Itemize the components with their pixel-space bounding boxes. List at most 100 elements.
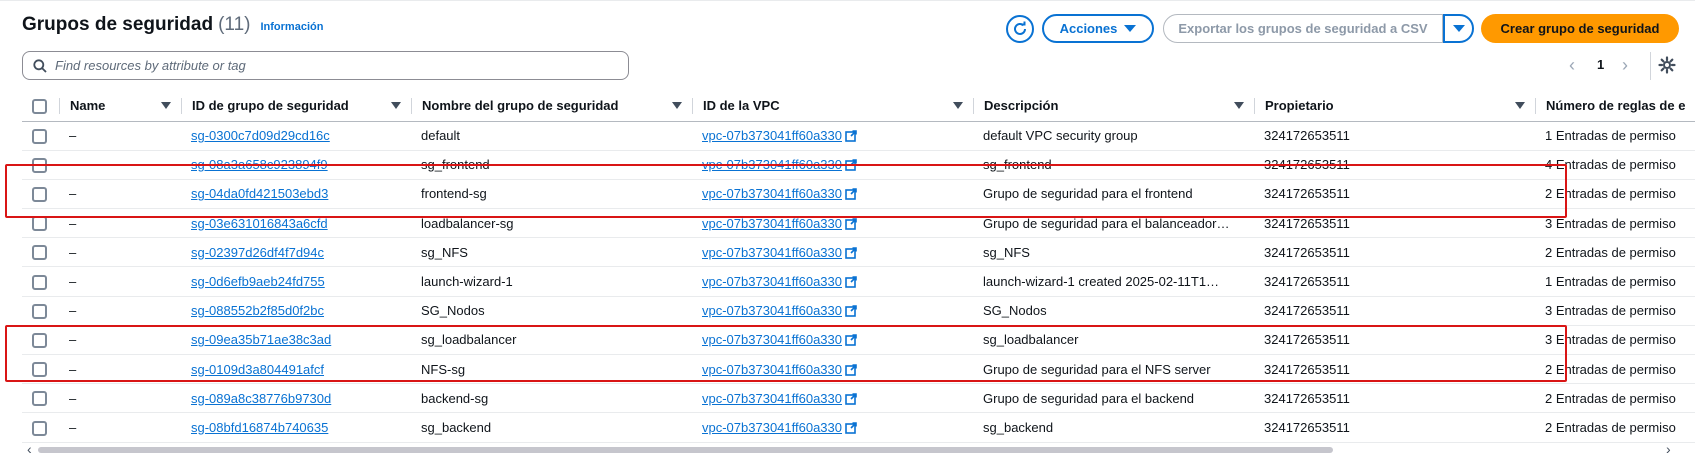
search-input[interactable]: [55, 58, 615, 73]
cell-owner: 324172653511: [1254, 150, 1535, 180]
horizontal-scrollbar[interactable]: [38, 447, 1333, 453]
row-checkbox[interactable]: [32, 420, 47, 436]
vpc-id-link[interactable]: vpc-07b373041ff60a330: [702, 303, 842, 318]
sort-icon[interactable]: [1234, 102, 1244, 110]
cell-owner: 324172653511: [1254, 296, 1535, 326]
table-row[interactable]: – sg-09ea35b71ae38c3ad sg_loadbalancer vpc-…: [22, 325, 1695, 356]
description-text: Grupo de seguridad para el frontend: [983, 186, 1193, 202]
select-all-cell: [22, 91, 59, 122]
export-csv-button[interactable]: Exportar los grupos de seguridad a CSV: [1163, 14, 1443, 43]
table-row[interactable]: – sg-089a8c38776b9730d backend-sg vpc-07b37…: [22, 383, 1695, 414]
column-header-rules-count[interactable]: Número de reglas de e: [1535, 91, 1695, 122]
table-row[interactable]: – sg-088552b2f85d0f2bc SG_Nodos vpc-07b3730…: [22, 296, 1695, 326]
cell-rules-count: 3 Entradas de permiso: [1535, 325, 1695, 356]
column-header-name[interactable]: Name: [59, 91, 181, 122]
table-row[interactable]: – sg-03e631016843a6cfd loadbalancer-sg vpc-…: [22, 208, 1695, 239]
page-header: Grupos de seguridad (11) Información: [22, 14, 323, 46]
cell-vpc-id: vpc-07b373041ff60a330: [692, 150, 973, 180]
table-row[interactable]: – sg-0109d3a804491afcf NFS-sg vpc-07b373041…: [22, 354, 1695, 385]
column-header-sg-name[interactable]: Nombre del grupo de seguridad: [411, 91, 692, 122]
row-select-cell: [22, 296, 59, 326]
sg-id-link[interactable]: sg-08a3a658c923894f9: [191, 157, 328, 172]
select-all-checkbox[interactable]: [32, 98, 47, 114]
row-select-cell: [22, 325, 59, 356]
sort-icon[interactable]: [672, 102, 682, 110]
column-header-owner[interactable]: Propietario: [1254, 91, 1535, 122]
row-checkbox[interactable]: [32, 216, 47, 232]
gear-icon[interactable]: [1658, 56, 1676, 74]
pagination-page-1[interactable]: 1: [1597, 57, 1604, 72]
sort-icon[interactable]: [391, 102, 401, 110]
table-row[interactable]: – sg-08a3a658c923894f9 sg_frontend vpc-07b3…: [22, 150, 1695, 180]
row-checkbox[interactable]: [32, 187, 47, 202]
external-link-icon: [845, 130, 857, 142]
row-checkbox[interactable]: [32, 362, 47, 378]
cell-rules-count: 2 Entradas de permiso: [1535, 412, 1695, 443]
scroll-right-icon[interactable]: ›: [1666, 441, 1671, 457]
row-checkbox[interactable]: [32, 128, 47, 144]
refresh-button[interactable]: [1006, 15, 1034, 43]
column-header-vpc-id[interactable]: ID de la VPC: [692, 91, 973, 122]
cell-owner: 324172653511: [1254, 383, 1535, 414]
table-row[interactable]: – sg-02397d26df4f7d94c sg_NFS vpc-07b373041…: [22, 237, 1695, 268]
sg-id-link[interactable]: sg-02397d26df4f7d94c: [191, 245, 324, 260]
table-row[interactable]: – sg-08bfd16874b740635 sg_backend vpc-07b37…: [22, 412, 1695, 443]
cell-name: –: [59, 208, 181, 239]
vpc-id-link[interactable]: vpc-07b373041ff60a330: [702, 420, 842, 435]
external-link-icon: [845, 363, 857, 376]
cell-sg-id: sg-02397d26df4f7d94c: [181, 237, 411, 268]
cell-vpc-id: vpc-07b373041ff60a330: [692, 208, 973, 239]
cell-sg-name: SG_Nodos: [411, 296, 692, 326]
cell-name: –: [59, 383, 181, 414]
cell-name: –: [59, 412, 181, 443]
sort-icon[interactable]: [953, 102, 963, 110]
vpc-id-link[interactable]: vpc-07b373041ff60a330: [702, 157, 842, 172]
table-row[interactable]: – sg-0300c7d09d29cd16c default vpc-07b37304…: [22, 121, 1695, 151]
column-header-sg-id[interactable]: ID de grupo de seguridad: [181, 91, 411, 122]
vpc-id-link[interactable]: vpc-07b373041ff60a330: [702, 245, 842, 260]
vpc-id-link[interactable]: vpc-07b373041ff60a330: [702, 128, 842, 143]
pagination-prev-button[interactable]: ‹: [1569, 56, 1575, 74]
row-checkbox[interactable]: [32, 274, 47, 290]
sg-id-link[interactable]: sg-0d6efb9aeb24fd755: [191, 274, 325, 289]
vpc-id-link[interactable]: vpc-07b373041ff60a330: [702, 274, 842, 289]
pagination-next-button[interactable]: ›: [1622, 56, 1628, 74]
scroll-left-icon[interactable]: ‹: [27, 441, 32, 457]
row-checkbox[interactable]: [32, 391, 47, 407]
vpc-id-link[interactable]: vpc-07b373041ff60a330: [702, 332, 842, 347]
row-select-cell: [22, 266, 59, 297]
row-checkbox[interactable]: [32, 332, 47, 348]
vpc-id-link[interactable]: vpc-07b373041ff60a330: [702, 216, 842, 231]
sg-id-link[interactable]: sg-0300c7d09d29cd16c: [191, 128, 330, 143]
sg-id-link[interactable]: sg-089a8c38776b9730d: [191, 391, 331, 406]
sg-id-link[interactable]: sg-09ea35b71ae38c3ad: [191, 332, 331, 347]
row-checkbox[interactable]: [32, 303, 47, 319]
cell-rules-count: 1 Entradas de permiso: [1535, 266, 1695, 297]
sg-id-link[interactable]: sg-03e631016843a6cfd: [191, 216, 328, 231]
table-row[interactable]: – sg-0d6efb9aeb24fd755 launch-wizard-1 vpc-…: [22, 266, 1695, 297]
table-row[interactable]: – sg-04da0fd421503ebd3 frontend-sg vpc-07b3…: [22, 179, 1695, 210]
cell-name: –: [59, 325, 181, 356]
sort-icon[interactable]: [161, 102, 171, 110]
search-box[interactable]: [22, 51, 629, 80]
cell-sg-name: sg_NFS: [411, 237, 692, 268]
actions-dropdown-button[interactable]: Acciones: [1042, 14, 1154, 43]
description-text: Grupo de seguridad para el balanceador…: [983, 215, 1230, 231]
row-checkbox[interactable]: [32, 157, 47, 173]
vpc-id-link[interactable]: vpc-07b373041ff60a330: [702, 186, 842, 201]
cell-vpc-id: vpc-07b373041ff60a330: [692, 354, 973, 385]
create-security-group-button[interactable]: Crear grupo de seguridad: [1481, 14, 1679, 43]
column-header-description[interactable]: Descripción: [973, 91, 1254, 122]
sg-id-link[interactable]: sg-08bfd16874b740635: [191, 420, 328, 435]
sg-id-link[interactable]: sg-04da0fd421503ebd3: [191, 186, 328, 201]
vpc-id-link[interactable]: vpc-07b373041ff60a330: [702, 362, 842, 377]
info-link[interactable]: Información: [260, 21, 323, 33]
export-dropdown-button[interactable]: [1443, 14, 1474, 43]
pagination-divider: [1650, 52, 1651, 80]
vpc-id-link[interactable]: vpc-07b373041ff60a330: [702, 391, 842, 406]
sg-id-link[interactable]: sg-0109d3a804491afcf: [191, 362, 324, 377]
row-checkbox[interactable]: [32, 245, 47, 261]
sort-icon[interactable]: [1515, 102, 1525, 110]
sg-id-link[interactable]: sg-088552b2f85d0f2bc: [191, 303, 324, 318]
cell-vpc-id: vpc-07b373041ff60a330: [692, 237, 973, 268]
